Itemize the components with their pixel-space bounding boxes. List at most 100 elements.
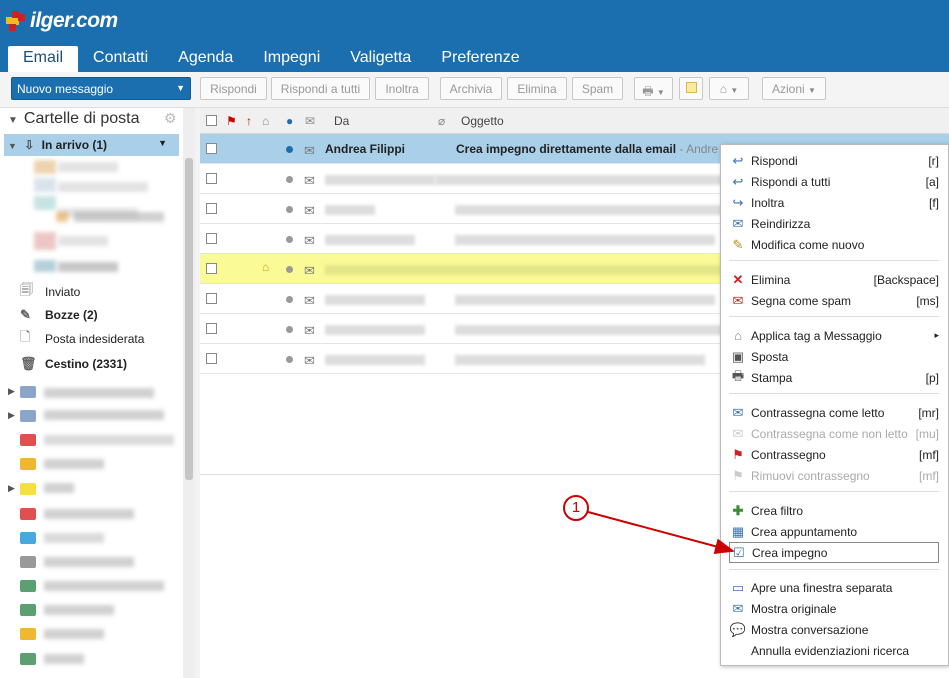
pencil-icon: ✎ bbox=[732, 236, 744, 252]
menu-item-reindirizza[interactable]: ✉ Reindirizza bbox=[729, 213, 939, 234]
column-subject[interactable]: Oggetto bbox=[461, 114, 504, 128]
select-all-checkbox[interactable] bbox=[206, 115, 217, 126]
column-from[interactable]: Da bbox=[334, 114, 349, 128]
menu-item-applica-tag[interactable]: ⌂ Applica tag a Messaggio ▸ bbox=[729, 325, 939, 346]
reply-all-button[interactable]: Rispondi a tutti bbox=[271, 77, 370, 100]
menu-item-stampa[interactable]: 🖶 Stampa [p] bbox=[729, 367, 939, 388]
folders-header[interactable]: ▼ Cartelle di posta bbox=[8, 110, 140, 128]
folder-icon bbox=[20, 458, 36, 470]
print-menu-button[interactable]: 🖶 ▼ bbox=[634, 77, 673, 100]
spam-button[interactable]: Spam bbox=[572, 77, 623, 100]
folder-junk[interactable]: 🗋 Posta indesiderata bbox=[20, 329, 144, 349]
tab-contatti[interactable]: Contatti bbox=[78, 46, 163, 72]
row-checkbox[interactable] bbox=[206, 353, 217, 364]
folder-icon bbox=[34, 260, 56, 272]
read-dot-icon bbox=[286, 176, 293, 183]
menu-item-modifica-come-nuovo[interactable]: ✎ Modifica come nuovo bbox=[729, 234, 939, 255]
menu-item-annulla-evidenziazioni[interactable]: Annulla evidenziazioni ricerca bbox=[729, 640, 939, 661]
menu-shortcut: [r] bbox=[928, 153, 939, 168]
tab-preferenze[interactable]: Preferenze bbox=[426, 46, 534, 72]
tag-icon: ⌂ bbox=[262, 260, 270, 274]
row-checkbox[interactable] bbox=[206, 323, 217, 334]
note-button[interactable] bbox=[679, 77, 703, 100]
menu-item-crea-impegno[interactable]: ☑ Crea impegno bbox=[729, 542, 939, 563]
menu-item-rispondi-a-tutti[interactable]: ↩ Rispondi a tutti [a] bbox=[729, 171, 939, 192]
tab-valigetta[interactable]: Valigetta bbox=[335, 46, 426, 72]
folder-icon bbox=[56, 212, 68, 222]
delete-button[interactable]: Elimina bbox=[507, 77, 567, 100]
menu-shortcut: [ms] bbox=[916, 293, 939, 308]
envelope-icon: ✉ bbox=[304, 143, 315, 158]
forward-icon: ↪ bbox=[732, 194, 744, 210]
folder-sent[interactable]: 🗐 Inviato bbox=[20, 282, 80, 302]
annotation-callout: 1 bbox=[563, 495, 589, 521]
row-checkbox[interactable] bbox=[206, 293, 217, 304]
unread-dot-icon[interactable]: ● bbox=[286, 114, 293, 128]
scrollbar-thumb[interactable] bbox=[185, 158, 193, 480]
gear-icon[interactable]: ⚙ bbox=[164, 110, 177, 127]
forward-button[interactable]: Inoltra bbox=[375, 77, 429, 100]
row-checkbox[interactable] bbox=[206, 203, 217, 214]
folder-icon bbox=[20, 508, 36, 520]
flag-icon: ⚑ bbox=[732, 467, 744, 483]
logo-text: ilger.com bbox=[30, 9, 118, 32]
menu-item-inoltra[interactable]: ↪ Inoltra [f] bbox=[729, 192, 939, 213]
folder-trash[interactable]: 🗑 Cestino (2331) bbox=[20, 354, 127, 374]
sidebar-scrollbar[interactable] bbox=[183, 108, 195, 678]
window-icon: ▭ bbox=[731, 579, 745, 595]
mark-unread-icon: ✉ bbox=[732, 425, 744, 441]
menu-item-crea-appuntamento[interactable]: ▦ Crea appuntamento bbox=[729, 521, 939, 542]
menu-item-rispondi[interactable]: ↩ Rispondi [r] bbox=[729, 150, 939, 171]
expand-triangle-icon[interactable]: ▼ bbox=[8, 141, 17, 151]
tag-menu-button[interactable]: ⌂ ▼ bbox=[709, 77, 749, 100]
flag-icon[interactable]: ⚑ bbox=[226, 114, 237, 128]
row-checkbox[interactable] bbox=[206, 233, 217, 244]
collapse-triangle-icon[interactable]: ▼ bbox=[8, 115, 18, 126]
menu-item-finestra-separata[interactable]: ▭ Apre una finestra separata bbox=[729, 577, 939, 598]
folder-label-redacted bbox=[44, 388, 154, 398]
archive-button[interactable]: Archivia bbox=[440, 77, 502, 100]
tab-email[interactable]: Email bbox=[8, 46, 79, 72]
attachment-icon[interactable]: ⌀ bbox=[438, 114, 445, 128]
expand-triangle-icon[interactable]: ▶ bbox=[8, 483, 15, 494]
tab-impegni[interactable]: Impegni bbox=[248, 46, 335, 72]
task-checkbox-icon: ☑ bbox=[733, 544, 745, 560]
menu-item-contrassegno[interactable]: ⚑ Contrassegno [mf] bbox=[729, 444, 939, 465]
status-icon[interactable]: ✉ bbox=[305, 114, 315, 128]
new-message-button[interactable]: Nuovo messaggio ▼ bbox=[11, 77, 191, 100]
flag-icon: ⚑ bbox=[732, 446, 744, 462]
menu-label: Crea impegno bbox=[752, 545, 828, 560]
message-subject-text: Crea impegno direttamente dalla email bbox=[456, 142, 677, 156]
menu-item-crea-filtro[interactable]: ✚ Crea filtro bbox=[729, 500, 939, 521]
tag-icon[interactable]: ⌂ bbox=[262, 114, 269, 128]
subject-redacted bbox=[455, 325, 725, 335]
folder-junk-label: Posta indesiderata bbox=[45, 332, 145, 346]
menu-label: Reindirizza bbox=[751, 216, 811, 231]
logo[interactable]: ilger.com bbox=[6, 6, 118, 36]
actions-button[interactable]: Azioni ▼ bbox=[762, 77, 826, 100]
menu-item-elimina[interactable]: ✕ Elimina [Backspace] bbox=[729, 269, 939, 290]
menu-item-sposta[interactable]: ▣ Sposta bbox=[729, 346, 939, 367]
row-checkbox[interactable] bbox=[206, 263, 217, 274]
menu-item-contrassegna-letto[interactable]: ✉ Contrassegna come letto [mr] bbox=[729, 402, 939, 423]
expand-triangle-icon[interactable]: ▶ bbox=[8, 386, 15, 397]
row-checkbox[interactable] bbox=[206, 143, 217, 154]
chevron-down-icon[interactable]: ▼ bbox=[176, 83, 185, 93]
menu-item-mostra-conversazione[interactable]: 💬 Mostra conversazione bbox=[729, 619, 939, 640]
menu-item-mostra-originale[interactable]: ✉ Mostra originale bbox=[729, 598, 939, 619]
reply-button[interactable]: Rispondi bbox=[200, 77, 267, 100]
trash-icon: 🗑 bbox=[20, 356, 37, 371]
expand-triangle-icon[interactable]: ▶ bbox=[8, 410, 15, 421]
menu-shortcut: [mu] bbox=[915, 426, 939, 441]
subject-redacted bbox=[455, 295, 715, 305]
menu-label: Apre una finestra separata bbox=[751, 580, 893, 595]
folder-inbox[interactable]: ▼ ⇩ In arrivo (1) ▼ bbox=[4, 134, 179, 156]
subject-redacted bbox=[455, 355, 705, 365]
priority-icon[interactable]: ↑ bbox=[246, 114, 252, 128]
row-checkbox[interactable] bbox=[206, 173, 217, 184]
sent-icon: 🗐 bbox=[20, 282, 33, 297]
folder-drafts[interactable]: ✎ Bozze (2) bbox=[20, 305, 98, 325]
menu-item-segna-come-spam[interactable]: ✉ Segna come spam [ms] bbox=[729, 290, 939, 311]
chevron-down-icon[interactable]: ▼ bbox=[158, 138, 167, 148]
tab-agenda[interactable]: Agenda bbox=[163, 46, 248, 72]
